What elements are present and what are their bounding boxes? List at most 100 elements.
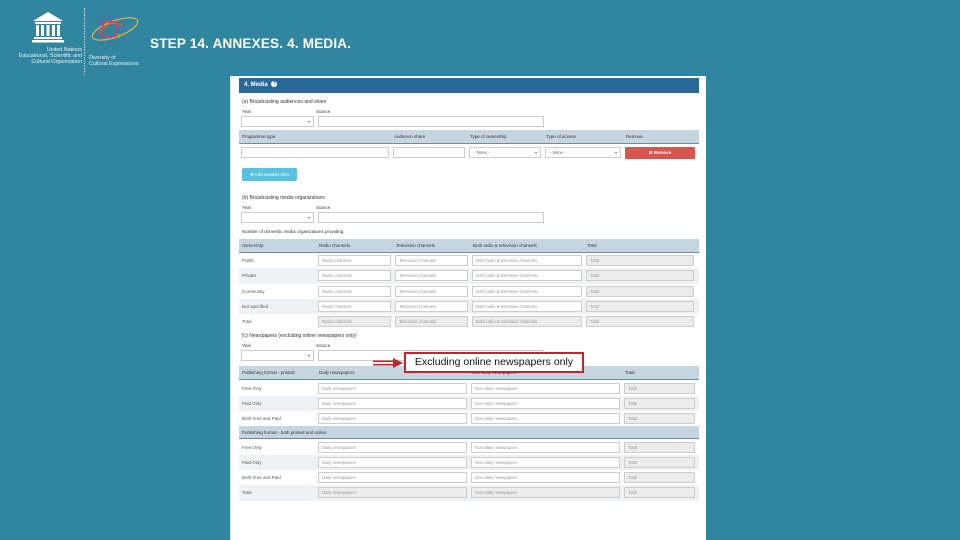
column-header: Programme type bbox=[242, 134, 276, 139]
caret-down-icon: ▾ bbox=[534, 150, 537, 155]
remove-button[interactable]: ✖ Remove bbox=[625, 146, 695, 159]
table-row: Total Daily newspapers Non-daily newspaper… bbox=[239, 485, 699, 501]
table-row: - None - ▾ - None - ▾ ✖ Remove bbox=[239, 144, 699, 161]
count-input[interactable]: Radio channels bbox=[318, 270, 391, 282]
count-input[interactable]: Radio channels bbox=[318, 255, 391, 267]
row-label: Public bbox=[242, 258, 255, 264]
access-select[interactable]: - None - ▾ bbox=[545, 147, 621, 158]
count-input[interactable]: Radio channels bbox=[318, 301, 391, 313]
row-label: Paid Only bbox=[242, 400, 262, 406]
row-label: Not specified bbox=[242, 304, 269, 310]
count-input[interactable]: Radio channels bbox=[318, 285, 391, 297]
count-input[interactable]: Non-daily newspapers bbox=[471, 413, 620, 425]
right-arrow-icon bbox=[373, 358, 403, 368]
count-input[interactable]: Daily newspapers bbox=[318, 382, 467, 394]
table-row: Total Radio channels Television channels Bo… bbox=[239, 314, 699, 329]
count-input[interactable]: Both radio & television channels bbox=[472, 285, 582, 297]
column-header: Radio channels bbox=[319, 243, 351, 248]
count-input: Total bbox=[624, 487, 695, 499]
column-header: Both radio & television channels bbox=[473, 243, 538, 248]
count-input[interactable]: Non-daily newspapers bbox=[471, 472, 620, 484]
count-input[interactable]: Television channels bbox=[395, 270, 468, 282]
count-input: Total bbox=[586, 285, 694, 297]
source-label: Source bbox=[316, 343, 331, 349]
row-label: Both Free and Paid bbox=[242, 475, 281, 481]
row-label: Total bbox=[242, 490, 252, 496]
form-screenshot: 4. Media ? (a) Broadcasting audiences an… bbox=[230, 76, 706, 540]
table-row: Both Free and Paid Daily newspapers Non-da… bbox=[239, 470, 699, 485]
count-input[interactable]: Non-daily newspapers bbox=[471, 397, 620, 409]
table-row: Public Radio channels Television channels B… bbox=[239, 253, 699, 268]
audience-table-header: Programme type Audience share Type of ow… bbox=[239, 130, 699, 144]
count-input[interactable]: Both radio & television channels bbox=[472, 301, 582, 313]
column-header: Television channels bbox=[396, 243, 436, 248]
count-input: Both radio & television channels bbox=[472, 316, 582, 328]
count-input[interactable]: Daily newspapers bbox=[318, 441, 467, 453]
caret-down-icon: ▾ bbox=[614, 150, 617, 155]
table-row: Free Only Daily newspapers Non-daily newsp… bbox=[239, 439, 699, 454]
row-label: Private bbox=[242, 273, 257, 279]
table-row: Paid Only Daily newspapers Non-daily newsp… bbox=[239, 395, 699, 412]
column-header: Total bbox=[625, 370, 635, 376]
convention-logo: Diversity of Cultural Expressions bbox=[89, 12, 145, 76]
unesco-text-line: Cultural Organization bbox=[31, 59, 82, 66]
count-input: Total bbox=[624, 456, 695, 468]
group-header: Publishing format - both printed and onl… bbox=[239, 426, 699, 440]
year-select[interactable]: ▾ bbox=[241, 116, 314, 127]
question-circle-icon[interactable]: ? bbox=[271, 81, 278, 88]
programme-type-input[interactable] bbox=[241, 147, 389, 158]
table-row: Private Radio channels Television channels… bbox=[239, 268, 699, 284]
part-a-title: (a) Broadcasting audiences and share bbox=[242, 99, 327, 105]
count-input[interactable]: Daily newspapers bbox=[318, 413, 467, 425]
column-header: Audience share bbox=[394, 134, 426, 139]
count-input[interactable]: Both radio & television channels bbox=[472, 255, 582, 267]
column-header: Total bbox=[587, 243, 597, 248]
organizations-table-header: Ownership Radio channels Television chan… bbox=[239, 239, 699, 253]
column-header: Publishing format - printed bbox=[242, 370, 295, 376]
count-input[interactable]: Daily newspapers bbox=[318, 456, 467, 468]
source-input[interactable] bbox=[318, 116, 544, 127]
row-label: Both Free and Paid bbox=[242, 416, 281, 422]
year-label: Year bbox=[242, 205, 252, 210]
table-row: Free Only Daily newspapers Non-daily newsp… bbox=[239, 380, 699, 395]
table-caption: Number of domestic media organizations p… bbox=[242, 229, 345, 234]
count-input[interactable]: Non-daily newspapers bbox=[471, 382, 620, 394]
count-input: Total bbox=[624, 397, 695, 409]
count-input: Total bbox=[586, 316, 694, 328]
table-row: Paid Only Daily newspapers Non-daily newsp… bbox=[239, 454, 699, 470]
count-input: Television channels bbox=[395, 316, 468, 328]
year-label: Year bbox=[242, 343, 252, 349]
logo-divider bbox=[84, 8, 85, 76]
convention-text-line: Cultural Expressions bbox=[89, 61, 139, 68]
row-label: Community bbox=[242, 288, 265, 294]
year-select[interactable]: ▾ bbox=[241, 350, 314, 362]
source-input[interactable] bbox=[318, 212, 544, 223]
column-header: Remove bbox=[626, 134, 643, 139]
count-input[interactable]: Daily newspapers bbox=[318, 397, 467, 409]
count-input: Daily newspapers bbox=[318, 487, 467, 499]
count-input: Total bbox=[586, 301, 694, 313]
count-input[interactable]: Television channels bbox=[395, 301, 468, 313]
column-header: Ownership bbox=[242, 243, 264, 248]
count-input[interactable]: Daily newspapers bbox=[318, 472, 467, 484]
add-item-button[interactable]: ✚ Add another item bbox=[242, 168, 297, 181]
count-input: Radio channels bbox=[318, 316, 391, 328]
count-input[interactable]: Non-daily newspapers bbox=[471, 441, 620, 453]
column-header: Type of access bbox=[546, 134, 577, 139]
year-select[interactable]: ▾ bbox=[241, 212, 314, 223]
table-row: Both Free and Paid Daily newspapers Non-da… bbox=[239, 411, 699, 426]
count-input[interactable]: Television channels bbox=[395, 255, 468, 267]
count-input[interactable]: Television channels bbox=[395, 285, 468, 297]
count-input[interactable]: Non-daily newspapers bbox=[471, 456, 620, 468]
count-input[interactable]: Both radio & television channels bbox=[472, 270, 582, 282]
audience-share-input[interactable] bbox=[393, 147, 465, 158]
source-label: Source bbox=[316, 109, 331, 114]
page-title: STEP 14. ANNEXES. 4. MEDIA. bbox=[150, 36, 352, 51]
part-b-title: (b) Broadcasting media organizations bbox=[242, 195, 325, 201]
year-label: Year bbox=[242, 109, 252, 114]
count-input: Total bbox=[586, 270, 694, 282]
table-row: Community Radio channels Television channe… bbox=[239, 284, 699, 299]
row-label: Free Only bbox=[242, 444, 262, 450]
ownership-select[interactable]: - None - ▾ bbox=[469, 147, 541, 158]
caret-down-icon: ▾ bbox=[307, 119, 310, 124]
